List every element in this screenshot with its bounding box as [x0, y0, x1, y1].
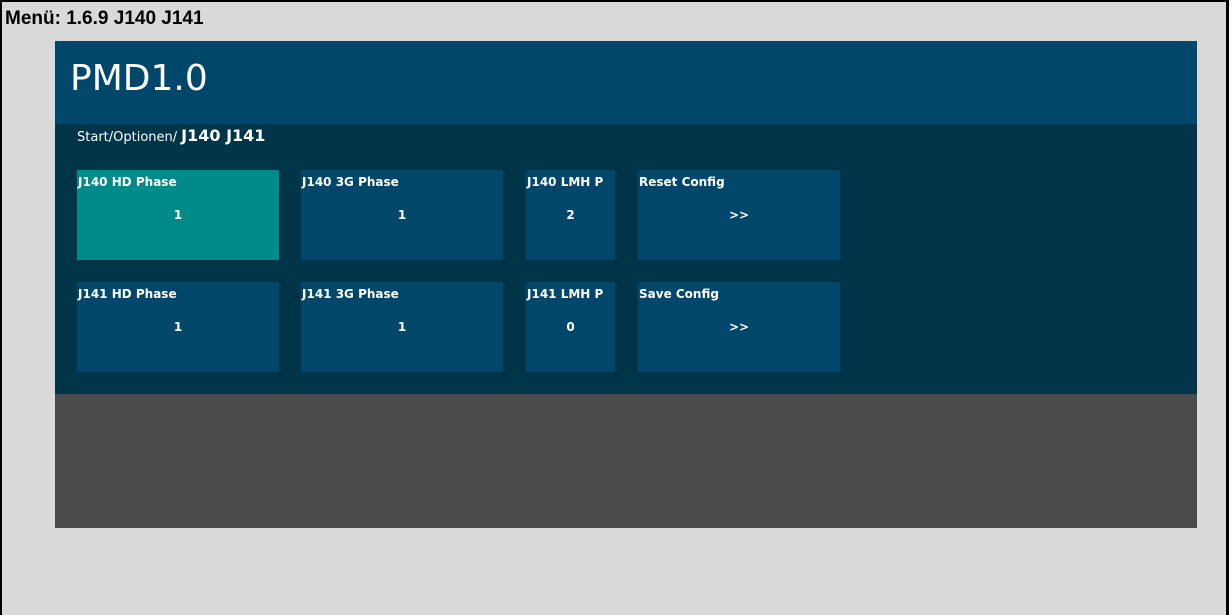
options-panel: Start/Optionen/J140 J141 J140 HD Phase 1… — [55, 124, 1197, 394]
breadcrumb: Start/Optionen/J140 J141 — [77, 126, 265, 145]
tile-value: 1 — [173, 320, 183, 334]
tile-j141-lmh-phase[interactable]: J141 LMH P 0 — [526, 282, 615, 372]
tile-value: 1 — [397, 208, 407, 222]
tile-j141-3g-phase[interactable]: J141 3G Phase 1 — [301, 282, 503, 372]
tile-j140-lmh-phase[interactable]: J140 LMH P 2 — [526, 170, 615, 260]
tile-value: 1 — [397, 320, 407, 334]
app-header: PMD1.0 — [55, 41, 1197, 124]
tile-reset-config[interactable]: Reset Config >> — [638, 170, 840, 260]
outer-frame: Menü: 1.6.9 J140 J141 PMD1.0 Start/Optio… — [0, 0, 1229, 615]
tile-value: 2 — [566, 208, 575, 222]
breadcrumb-current: J140 J141 — [181, 126, 266, 145]
app-window: PMD1.0 Start/Optionen/J140 J141 J140 HD … — [55, 41, 1197, 528]
tile-label: J140 HD Phase — [78, 175, 177, 189]
tile-j140-3g-phase[interactable]: J140 3G Phase 1 — [301, 170, 503, 260]
tile-arrow: >> — [728, 208, 750, 222]
tile-save-config[interactable]: Save Config >> — [638, 282, 840, 372]
tile-label: J141 3G Phase — [302, 287, 399, 301]
breadcrumb-path[interactable]: Start/Optionen/ — [77, 130, 177, 145]
tile-label: Reset Config — [639, 175, 725, 189]
menu-label: Menü: 1.6.9 J140 J141 — [5, 8, 204, 29]
tile-j141-hd-phase[interactable]: J141 HD Phase 1 — [77, 282, 279, 372]
tile-label: J141 HD Phase — [78, 287, 177, 301]
tile-label: Save Config — [639, 287, 719, 301]
empty-bottom-area — [55, 394, 1197, 528]
tile-arrow: >> — [728, 320, 750, 334]
tile-j140-hd-phase[interactable]: J140 HD Phase 1 — [77, 170, 279, 260]
tile-label: J140 LMH P — [527, 175, 604, 189]
tile-label: J141 LMH P — [527, 287, 604, 301]
tile-value: 0 — [566, 320, 575, 334]
app-title: PMD1.0 — [70, 58, 208, 99]
tile-label: J140 3G Phase — [302, 175, 399, 189]
tile-value: 1 — [173, 208, 183, 222]
